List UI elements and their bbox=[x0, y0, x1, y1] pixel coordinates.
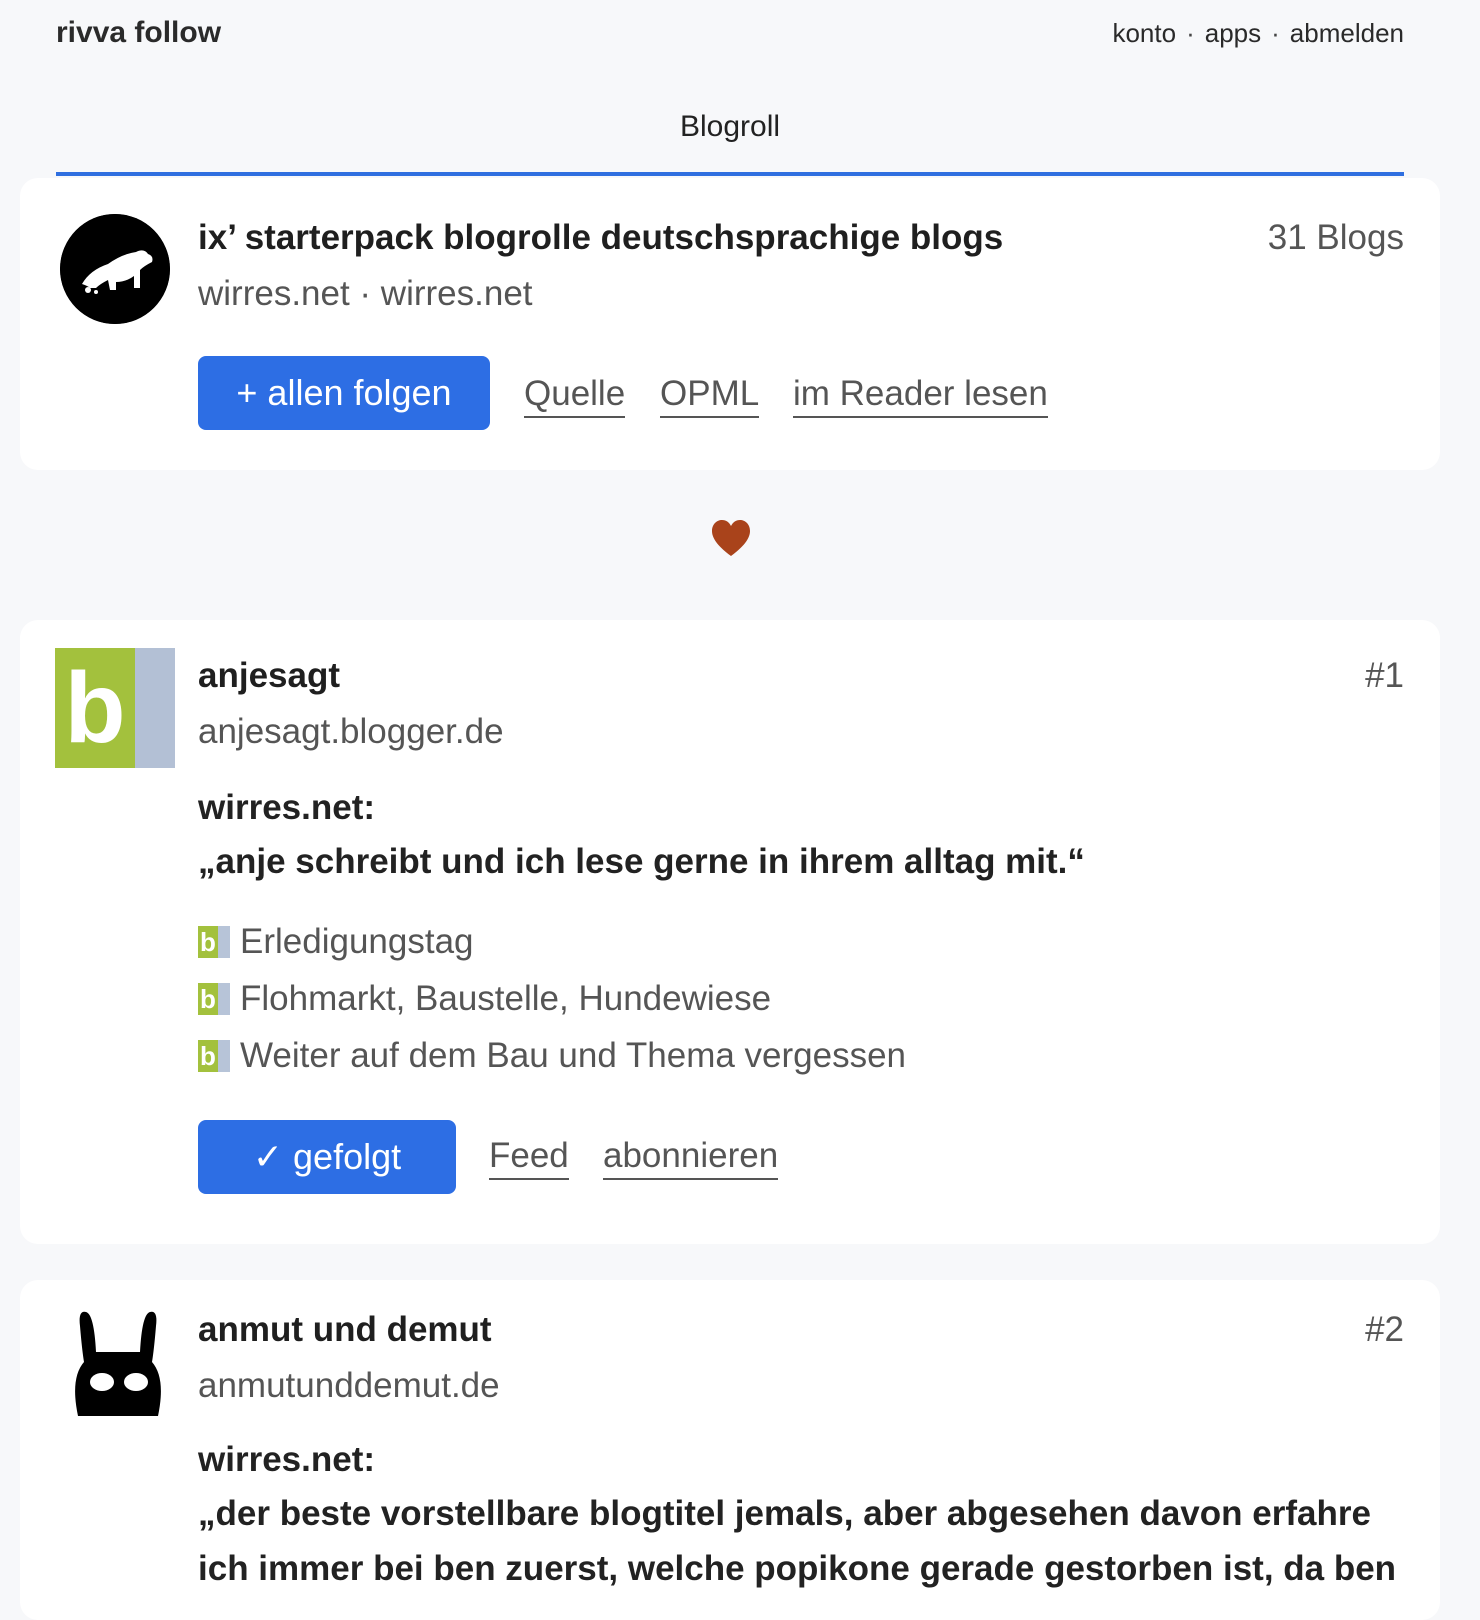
blog-domain[interactable]: anmutunddemut.de bbox=[198, 1366, 500, 1406]
blogger-logo-icon: b bbox=[198, 983, 230, 1015]
blog-card: b anjesagt anjesagt.blogger.de #1 wirres… bbox=[20, 620, 1440, 1244]
nav-separator: · bbox=[1271, 18, 1280, 48]
nav-separator: · bbox=[1186, 18, 1195, 48]
quote-source: wirres.net: bbox=[198, 1440, 375, 1479]
blog-count: 31 Blogs bbox=[1267, 218, 1404, 257]
blogger-logo-icon: b bbox=[55, 648, 175, 768]
blog-title[interactable]: anjesagt bbox=[198, 656, 340, 696]
feed-link[interactable]: Feed bbox=[489, 1136, 569, 1180]
top-bar: rivva follow konto · apps · abmelden bbox=[56, 0, 1404, 72]
blogroll-card: ix’ starterpack blogrolle deutschsprachi… bbox=[20, 178, 1440, 470]
dog-silhouette-icon bbox=[60, 214, 170, 324]
blog-quote: „der beste vorstellbare blogtitel jemals… bbox=[198, 1494, 1397, 1588]
nav-apps[interactable]: apps bbox=[1205, 18, 1261, 48]
blog-rank: #2 bbox=[1365, 1310, 1404, 1349]
blog-rank: #1 bbox=[1365, 656, 1404, 695]
heart-icon bbox=[710, 518, 752, 560]
blog-quote: „anje schreibt und ich lese gerne in ihr… bbox=[198, 842, 1085, 881]
brand-logo[interactable]: rivva follow bbox=[56, 16, 221, 50]
top-nav: konto · apps · abmelden bbox=[1112, 18, 1404, 49]
tab-blogroll[interactable]: Blogroll bbox=[56, 110, 1404, 144]
post-title[interactable]: Flohmarkt, Baustelle, Hundewiese bbox=[240, 979, 771, 1019]
nav-abmelden[interactable]: abmelden bbox=[1290, 18, 1404, 48]
blog-domain[interactable]: anjesagt.blogger.de bbox=[198, 712, 504, 752]
post-title[interactable]: Erledigungstag bbox=[240, 922, 474, 962]
blogroll-subtitle[interactable]: wirres.net · wirres.net bbox=[198, 274, 533, 314]
quote-source: wirres.net: bbox=[198, 788, 375, 827]
list-item[interactable]: b Weiter auf dem Bau und Thema vergessen bbox=[198, 1036, 906, 1076]
tab-bar: Blogroll bbox=[56, 108, 1404, 176]
rabbit-head-icon bbox=[58, 1300, 178, 1420]
list-item[interactable]: b Flohmarkt, Baustelle, Hundewiese bbox=[198, 979, 771, 1019]
blogger-logo-icon: b bbox=[198, 1040, 230, 1072]
blogroll-title[interactable]: ix’ starterpack blogrolle deutschsprachi… bbox=[198, 218, 1003, 258]
subscribe-link[interactable]: abonnieren bbox=[603, 1136, 779, 1180]
blogger-logo-icon: b bbox=[198, 926, 230, 958]
follow-all-button[interactable]: + allen folgen bbox=[198, 356, 490, 430]
opml-link[interactable]: OPML bbox=[660, 374, 760, 418]
followed-button[interactable]: ✓ gefolgt bbox=[198, 1120, 456, 1194]
blog-title[interactable]: anmut und demut bbox=[198, 1310, 492, 1350]
reader-link[interactable]: im Reader lesen bbox=[793, 374, 1048, 418]
list-item[interactable]: b Erledigungstag bbox=[198, 922, 474, 962]
source-link[interactable]: Quelle bbox=[524, 374, 626, 418]
nav-konto[interactable]: konto bbox=[1112, 18, 1176, 48]
post-title[interactable]: Weiter auf dem Bau und Thema vergessen bbox=[240, 1036, 906, 1076]
blog-card: anmut und demut anmutunddemut.de #2 wirr… bbox=[20, 1280, 1440, 1620]
